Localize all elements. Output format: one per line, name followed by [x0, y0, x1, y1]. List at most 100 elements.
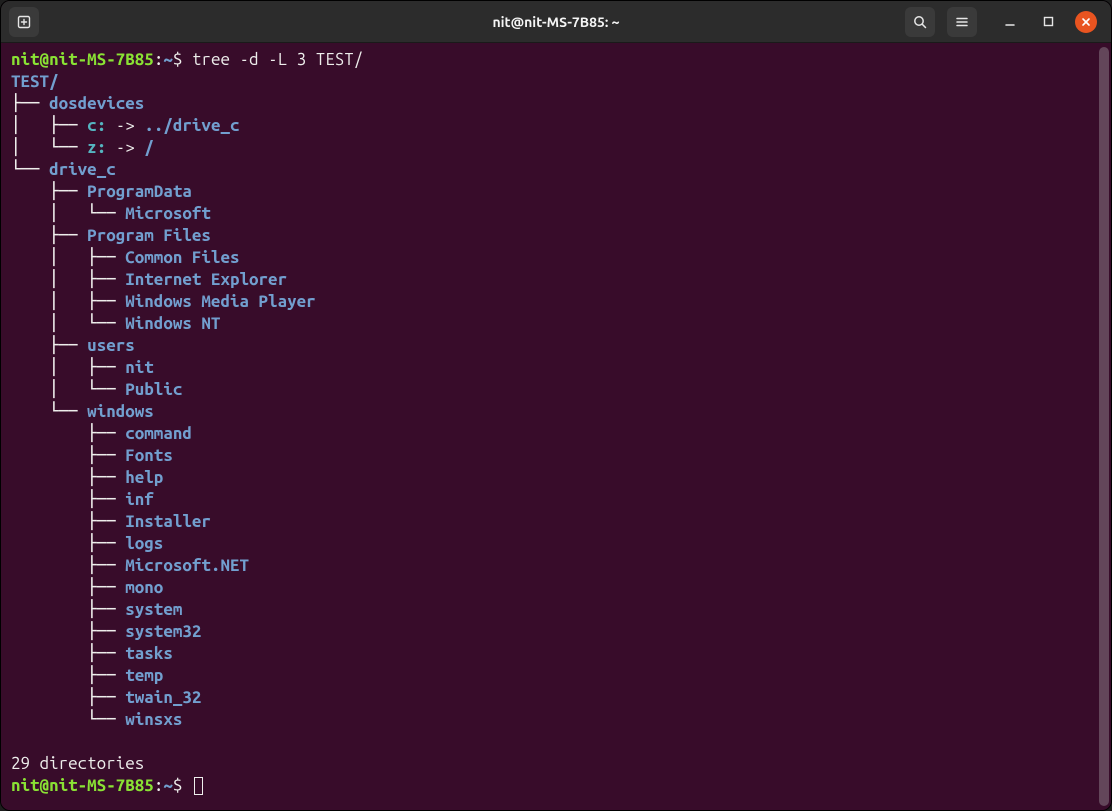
scrollbar[interactable]	[1099, 47, 1109, 806]
tree-dir-name: temp	[125, 666, 163, 685]
tree-prefix: │ ├──	[11, 292, 125, 311]
tree-prefix: │ └──	[11, 314, 125, 333]
terminal-window: nit@nit-MS-7B85: ~	[0, 0, 1112, 811]
tree-dir-name: nit	[125, 358, 154, 377]
prompt-line: nit@nit-MS-7B85:~$ tree -d -L 3 TEST/	[11, 49, 1101, 71]
tree-prefix: ├──	[11, 600, 125, 619]
tree-dir-name: Installer	[125, 512, 211, 531]
tree-prefix: ├──	[11, 622, 125, 641]
tree-root-line: TEST/	[11, 71, 1101, 93]
tree-line: ├── Fonts	[11, 445, 1101, 467]
tree-line: ├── twain_32	[11, 687, 1101, 709]
prompt-symbol: $	[173, 776, 183, 795]
tree-line: │ ├── nit	[11, 357, 1101, 379]
tree-dir-name: Fonts	[125, 446, 173, 465]
minimize-button[interactable]	[999, 11, 1021, 33]
tree-dir-name: windows	[87, 402, 154, 421]
tree-dir-name: Internet Explorer	[125, 270, 287, 289]
new-tab-button[interactable]	[9, 7, 39, 37]
symlink-arrow: ->	[106, 116, 144, 135]
symlink-target: /	[144, 138, 154, 157]
tree-root: TEST/	[11, 72, 59, 91]
prompt-user-host: nit@nit-MS-7B85	[11, 776, 154, 795]
tree-prefix: ├──	[11, 688, 125, 707]
search-icon	[912, 14, 928, 30]
terminal-cursor	[194, 777, 203, 795]
tree-prefix: ├──	[11, 490, 125, 509]
terminal-output: nit@nit-MS-7B85:~$ tree -d -L 3 TEST/ TE…	[11, 49, 1101, 804]
tree-line: ├── system	[11, 599, 1101, 621]
tree-prefix: ├──	[11, 424, 125, 443]
tree-prefix: ├──	[11, 468, 125, 487]
tree-prefix: │ └──	[11, 380, 125, 399]
tree-line: ├── users	[11, 335, 1101, 357]
tree-prefix: ├──	[11, 336, 87, 355]
tree-dir-name: help	[125, 468, 163, 487]
tree-line: │ ├── Internet Explorer	[11, 269, 1101, 291]
tree-line: │ ├── c: -> ../drive_c	[11, 115, 1101, 137]
tree-line: │ └── z: -> /	[11, 137, 1101, 159]
tree-line: ├── help	[11, 467, 1101, 489]
tree-line: └── drive_c	[11, 159, 1101, 181]
prompt-user-host: nit@nit-MS-7B85	[11, 50, 154, 69]
prompt-separator: :	[154, 776, 164, 795]
close-button[interactable]	[1075, 11, 1097, 33]
tree-dir-name: winsxs	[125, 710, 182, 729]
tree-line: │ ├── Common Files	[11, 247, 1101, 269]
tree-dir-name: twain_32	[125, 688, 201, 707]
maximize-icon	[1043, 16, 1054, 27]
close-icon	[1081, 17, 1091, 27]
prompt-symbol: $	[173, 50, 183, 69]
prompt-cwd: ~	[163, 776, 173, 795]
titlebar: nit@nit-MS-7B85: ~	[1, 1, 1111, 43]
tree-line: ├── Program Files	[11, 225, 1101, 247]
blank-line	[11, 731, 1101, 753]
tree-line: ├── mono	[11, 577, 1101, 599]
tree-dir-name: tasks	[125, 644, 173, 663]
symlink-target: ../drive_c	[144, 116, 239, 135]
hamburger-menu-button[interactable]	[947, 7, 977, 37]
tree-line: ├── dosdevices	[11, 93, 1101, 115]
hamburger-icon	[954, 14, 970, 30]
tree-line: │ └── Public	[11, 379, 1101, 401]
minimize-icon	[1004, 16, 1016, 28]
tree-line: └── winsxs	[11, 709, 1101, 731]
tree-dir-name: Public	[125, 380, 182, 399]
tree-dir-name: Program Files	[87, 226, 211, 245]
tree-prefix: │ ├──	[11, 270, 125, 289]
prompt-cwd: ~	[163, 50, 173, 69]
tree-dir-name: mono	[125, 578, 163, 597]
tree-line: ├── temp	[11, 665, 1101, 687]
tree-prefix: ├──	[11, 644, 125, 663]
tree-dir-name: ProgramData	[87, 182, 192, 201]
tree-line: │ ├── Windows Media Player	[11, 291, 1101, 313]
tree-prefix: ├──	[11, 512, 125, 531]
maximize-button[interactable]	[1037, 11, 1059, 33]
tree-prefix: └──	[11, 402, 87, 421]
prompt-line-2: nit@nit-MS-7B85:~$	[11, 775, 1101, 797]
tree-dir-name: logs	[125, 534, 163, 553]
tree-prefix: ├──	[11, 226, 87, 245]
tree-prefix: ├──	[11, 94, 49, 113]
tree-dir-name: Windows Media Player	[125, 292, 315, 311]
terminal-body[interactable]: nit@nit-MS-7B85:~$ tree -d -L 3 TEST/ TE…	[1, 43, 1111, 810]
tree-dir-name: users	[87, 336, 135, 355]
tree-prefix: ├──	[11, 446, 125, 465]
tree-prefix: └──	[11, 710, 125, 729]
tree-prefix: ├──	[11, 578, 125, 597]
tree-line: └── windows	[11, 401, 1101, 423]
search-button[interactable]	[905, 7, 935, 37]
tree-prefix: ├──	[11, 182, 87, 201]
tree-dir-name: Microsoft	[125, 204, 211, 223]
command-text: tree -d -L 3 TEST/	[192, 50, 363, 69]
tree-line: ├── ProgramData	[11, 181, 1101, 203]
tree-dir-name: drive_c	[49, 160, 116, 179]
tree-dir-name: system	[125, 600, 182, 619]
tree-prefix: │ ├──	[11, 248, 125, 267]
tree-line: ├── logs	[11, 533, 1101, 555]
tree-prefix: └──	[11, 160, 49, 179]
tree-dir-name: Microsoft.NET	[125, 556, 249, 575]
tree-dir-name: command	[125, 424, 192, 443]
tree-line: ├── command	[11, 423, 1101, 445]
tree-dir-name: Windows NT	[125, 314, 220, 333]
